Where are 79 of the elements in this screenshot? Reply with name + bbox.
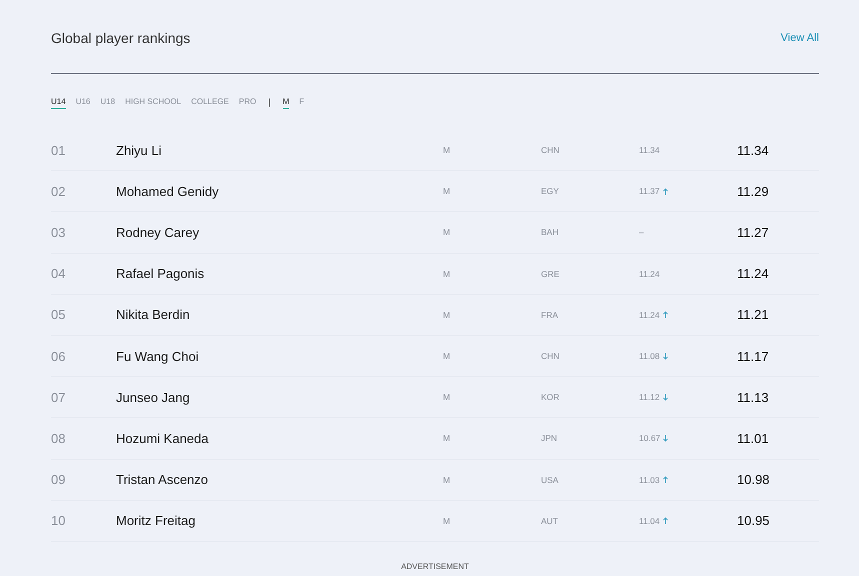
player-name: Hozumi Kaneda <box>116 430 210 446</box>
down-arrow-icon <box>663 434 668 442</box>
advertisement-label: ADVERTISEMENT <box>401 562 469 571</box>
category-tab[interactable]: U16 <box>76 95 90 109</box>
player-name: Rodney Carey <box>116 224 200 240</box>
rank-number: 07 <box>51 390 66 405</box>
previous-score: 11.37 <box>639 186 660 196</box>
rank-number: 01 <box>51 142 66 158</box>
player-name: Rafael Pagonis <box>116 266 206 282</box>
rank-number: 05 <box>51 307 66 322</box>
player-name: Moritz Freitag <box>116 513 196 528</box>
player-score: 11.13 <box>737 390 770 405</box>
player-name: Mohamed Genidy <box>116 184 220 199</box>
gender-label: M <box>443 516 452 526</box>
player-name: Junseo Jang <box>116 390 191 405</box>
player-score: 10.98 <box>737 472 771 488</box>
gender-label: M <box>443 310 452 320</box>
category-tab[interactable]: U18 <box>100 95 116 109</box>
rank-number: 03 <box>51 224 66 240</box>
previous-score: 11.03 <box>639 474 660 485</box>
gender-tab[interactable]: F <box>299 95 304 109</box>
player-score: 11.24 <box>737 266 770 282</box>
gender-label: M <box>443 186 452 196</box>
country-code: CHN <box>541 145 560 156</box>
player-name: Tristan Ascenzo <box>116 472 210 488</box>
player-score: 11.17 <box>737 348 770 364</box>
gender-label: M <box>443 227 452 238</box>
player-score: 11.21 <box>737 307 770 322</box>
gender-label: M <box>443 268 452 279</box>
player-score: 10.95 <box>737 513 771 528</box>
category-tab[interactable]: PRO <box>238 95 256 109</box>
player-name: Nikita Berdin <box>116 307 191 322</box>
previous-score: – <box>639 227 644 238</box>
rank-number: 08 <box>51 430 66 446</box>
view-all-link[interactable]: View All <box>780 32 819 44</box>
country-code: KOR <box>541 392 560 402</box>
rank-number: 04 <box>51 266 66 282</box>
previous-score: 11.24 <box>639 268 660 279</box>
country-code: JPN <box>541 433 558 444</box>
up-arrow-icon <box>662 188 668 195</box>
player-score: 11.29 <box>737 184 770 199</box>
previous-score: 11.12 <box>639 392 660 402</box>
country-code: FRA <box>541 310 559 320</box>
up-arrow-icon <box>662 517 668 524</box>
previous-score: 11.04 <box>639 516 660 526</box>
down-arrow-icon <box>662 352 668 360</box>
previous-score: 10.67 <box>639 433 660 444</box>
rank-number: 09 <box>51 472 66 488</box>
category-tab[interactable]: U14 <box>51 95 66 109</box>
country-code: AUT <box>541 516 559 526</box>
up-arrow-icon <box>662 476 668 484</box>
player-name: Zhiyu Li <box>116 142 163 158</box>
country-code: USA <box>541 474 560 485</box>
gender-label: M <box>443 145 452 156</box>
country-code: BAH <box>541 227 560 238</box>
gender-label: M <box>443 433 452 444</box>
up-arrow-icon <box>662 311 668 318</box>
previous-score: 11.08 <box>639 351 660 362</box>
country-code: EGY <box>541 186 560 196</box>
country-code: GRE <box>541 268 560 279</box>
rank-number: 06 <box>51 348 66 364</box>
gender-label: M <box>443 351 452 362</box>
section-title: Global player rankings <box>51 30 190 46</box>
category-tab[interactable]: HIGH SCHOOL <box>125 95 182 109</box>
gender-label: M <box>443 392 452 402</box>
player-score: 11.34 <box>737 142 770 158</box>
rank-number: 02 <box>51 184 66 199</box>
gender-tab[interactable]: M <box>282 95 290 109</box>
gender-label: M <box>443 474 452 485</box>
player-score: 11.27 <box>737 224 770 240</box>
down-arrow-icon <box>662 394 668 401</box>
divider-mark: | <box>268 97 271 107</box>
player-name: Fu Wang Choi <box>116 348 200 364</box>
country-code: CHN <box>541 351 560 362</box>
previous-score: 11.24 <box>639 310 660 320</box>
rank-number: 10 <box>51 513 66 528</box>
player-score: 11.01 <box>737 430 770 446</box>
previous-score: 11.34 <box>639 145 660 156</box>
category-tab[interactable]: COLLEGE <box>191 95 229 109</box>
